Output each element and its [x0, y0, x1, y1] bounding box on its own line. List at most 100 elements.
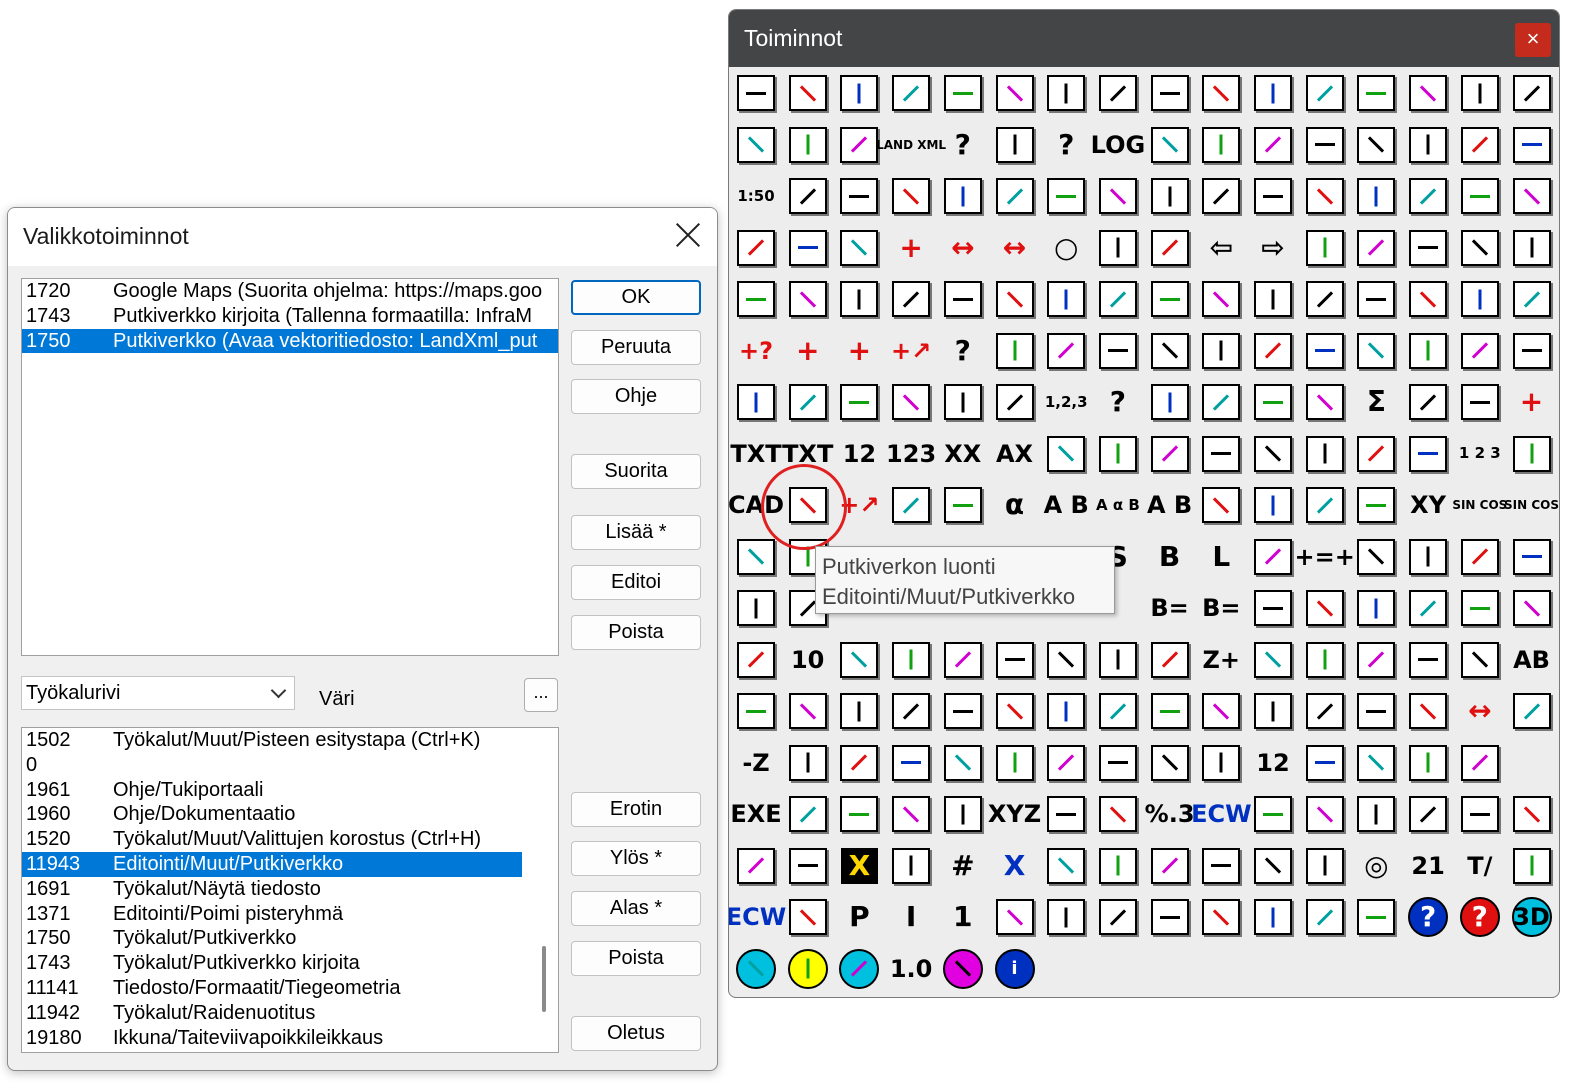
tool-globe-7-icon[interactable]	[783, 841, 833, 891]
tool-plus-line-icon[interactable]	[834, 635, 884, 685]
tool-rect-2-icon[interactable]	[1351, 738, 1401, 788]
tool-net-3-icon[interactable]	[834, 686, 884, 736]
command-list-row[interactable]: 11141 Tiedosto/Formaatit/Tiegeometria	[22, 976, 558, 1001]
tool-cad-icon[interactable]	[834, 68, 884, 118]
tool-p-icon[interactable]: P	[834, 892, 884, 942]
tool-txt-icon[interactable]: TXT	[730, 429, 781, 479]
command-list-row[interactable]: 1960 Ohje/Dokumentaatio	[22, 802, 558, 827]
tool-ax-icon[interactable]: AX	[990, 429, 1040, 479]
tool-axis-icon[interactable]	[1351, 532, 1401, 582]
tool-doc-3-icon[interactable]	[1093, 789, 1143, 839]
tool-curve-y2-icon[interactable]	[1248, 686, 1298, 736]
tool-chart-4-icon[interactable]	[1145, 892, 1195, 942]
tool-road-2-icon[interactable]	[834, 738, 884, 788]
edit-button[interactable]: Editoi	[571, 565, 701, 600]
tool--icon[interactable]: ↔	[1455, 686, 1505, 736]
tool-b-icon[interactable]: B	[1145, 532, 1195, 582]
tool-monitor-2-icon[interactable]	[1145, 274, 1195, 324]
tool-frame-8-icon[interactable]	[1455, 738, 1505, 788]
tool-file-out-icon[interactable]	[1248, 68, 1298, 118]
run-button[interactable]: Suorita	[571, 454, 701, 489]
tool-net-5-icon[interactable]	[938, 686, 988, 736]
tool-printer-icon[interactable]	[1507, 120, 1557, 170]
tool-chart-5-icon[interactable]	[1196, 892, 1246, 942]
tool-i-icon[interactable]: I	[886, 892, 936, 942]
tool-fullscreen-icon[interactable]	[834, 171, 884, 221]
tool-slash-icon[interactable]	[834, 274, 884, 324]
tool--icon[interactable]: ?	[1455, 892, 1505, 942]
tool--icon[interactable]: +=+	[1295, 532, 1355, 582]
tool-chart-3-icon[interactable]	[1093, 892, 1143, 942]
tool-tri-net-2-icon[interactable]	[1300, 583, 1350, 633]
tool--icon[interactable]: ○	[1041, 223, 1091, 273]
tool-slash-g3-icon[interactable]	[1507, 429, 1557, 479]
tool-curve-3-icon[interactable]	[1507, 326, 1557, 376]
tool-z-icon[interactable]: -Z	[731, 738, 781, 788]
tool-hatch-icon[interactable]	[1145, 429, 1195, 479]
tool--icon[interactable]: +	[783, 326, 833, 376]
tool-mirror-icon[interactable]	[1351, 274, 1401, 324]
tool-flow-icon[interactable]	[1351, 171, 1401, 221]
tool-b-icon[interactable]: B=	[1196, 583, 1246, 633]
tool--icon[interactable]: ?	[1093, 377, 1143, 427]
tool-doc-red-icon[interactable]	[990, 120, 1040, 170]
tool-frame-icon[interactable]	[783, 171, 833, 221]
tool-frame-3-icon[interactable]	[990, 686, 1040, 736]
menu-list-row[interactable]: 1743 Putkiverkko kirjoita (Tallenna forma…	[22, 304, 558, 329]
command-list-row[interactable]: 1750 Työkalut/Putkiverkko	[22, 926, 558, 951]
tool-1-icon[interactable]: 1	[938, 892, 988, 942]
command-list-row[interactable]: 11943 Editointi/Muut/Putkiverkko	[22, 851, 522, 877]
help-button[interactable]: Ohje	[571, 379, 701, 414]
delete-menu-button[interactable]: Poista	[571, 615, 701, 650]
tool-a-b-icon[interactable]: A α B	[1093, 480, 1143, 530]
tool--icon[interactable]: ⇨	[1248, 223, 1298, 273]
tool-hatch-3-icon[interactable]	[1507, 841, 1557, 891]
tool-wave-2-icon[interactable]	[990, 635, 1040, 685]
tool-window-icon[interactable]	[990, 171, 1040, 221]
tool-curve-r2-icon[interactable]	[1300, 686, 1350, 736]
tool-tower-3-icon[interactable]	[1093, 738, 1143, 788]
tool-survey-icon[interactable]	[783, 892, 833, 942]
tool--icon[interactable]: Σ	[1351, 377, 1401, 427]
tool-grid-2-icon[interactable]	[1196, 377, 1246, 427]
tool-road-icon[interactable]	[783, 120, 833, 170]
delete-command-button[interactable]: Poista	[571, 941, 701, 976]
default-button[interactable]: Oletus	[571, 1016, 701, 1051]
close-icon[interactable]	[673, 220, 703, 250]
tool-ruler-icon[interactable]	[886, 480, 936, 530]
tool-red-grid-icon[interactable]	[886, 841, 936, 891]
tool--icon[interactable]: +	[886, 223, 936, 273]
tool-hatch-icon[interactable]	[1351, 429, 1401, 479]
tool-key-icon[interactable]	[886, 789, 936, 839]
tool-ab-icon[interactable]: AB	[1507, 635, 1557, 685]
tool-net-2-icon[interactable]	[783, 686, 833, 736]
tool--icon[interactable]: ⇦	[1196, 223, 1246, 273]
tool-page-icon[interactable]	[1093, 171, 1143, 221]
tool-doc-axis-icon[interactable]	[731, 583, 781, 633]
tool-1-50-icon[interactable]: 1:50	[731, 171, 781, 221]
tool-net-icon[interactable]	[1041, 635, 1091, 685]
tool-log-icon[interactable]: LOG	[1091, 120, 1146, 170]
command-list-row[interactable]: 0	[22, 753, 558, 778]
color-picker-button[interactable]: ...	[524, 678, 558, 712]
tool-txt-cyan-icon[interactable]	[1507, 274, 1557, 324]
command-list-row[interactable]: 1691 Työkalut/Näytä tiedosto	[22, 877, 558, 902]
tool-wrench-icon[interactable]	[783, 377, 833, 427]
command-list-scrollbar[interactable]	[542, 946, 546, 1012]
tool-ruler-red-icon[interactable]	[1248, 532, 1298, 582]
tool-xy-icon[interactable]	[731, 532, 781, 582]
tool-corner-icon[interactable]	[886, 171, 936, 221]
tool-bend-icon[interactable]	[990, 326, 1040, 376]
tool-sphere-icon[interactable]	[886, 274, 936, 324]
tool-hatch-blue-icon[interactable]	[731, 223, 781, 273]
tool-xx-icon[interactable]: XX	[938, 429, 988, 479]
tool-shape-red-icon[interactable]	[1196, 326, 1246, 376]
tool-square-g2-icon[interactable]	[1351, 892, 1401, 942]
tool-tri-icon[interactable]	[886, 377, 936, 427]
move-up-button[interactable]: Ylös *	[571, 841, 701, 876]
tool-curve-cyan-icon[interactable]	[1403, 429, 1453, 479]
toolbox-close-button[interactable]: ×	[1515, 23, 1551, 57]
tool-xy-icon[interactable]: XY	[1403, 480, 1453, 530]
tool-zig-icon[interactable]	[1455, 326, 1505, 376]
tool-circle-x-icon[interactable]	[1248, 480, 1298, 530]
